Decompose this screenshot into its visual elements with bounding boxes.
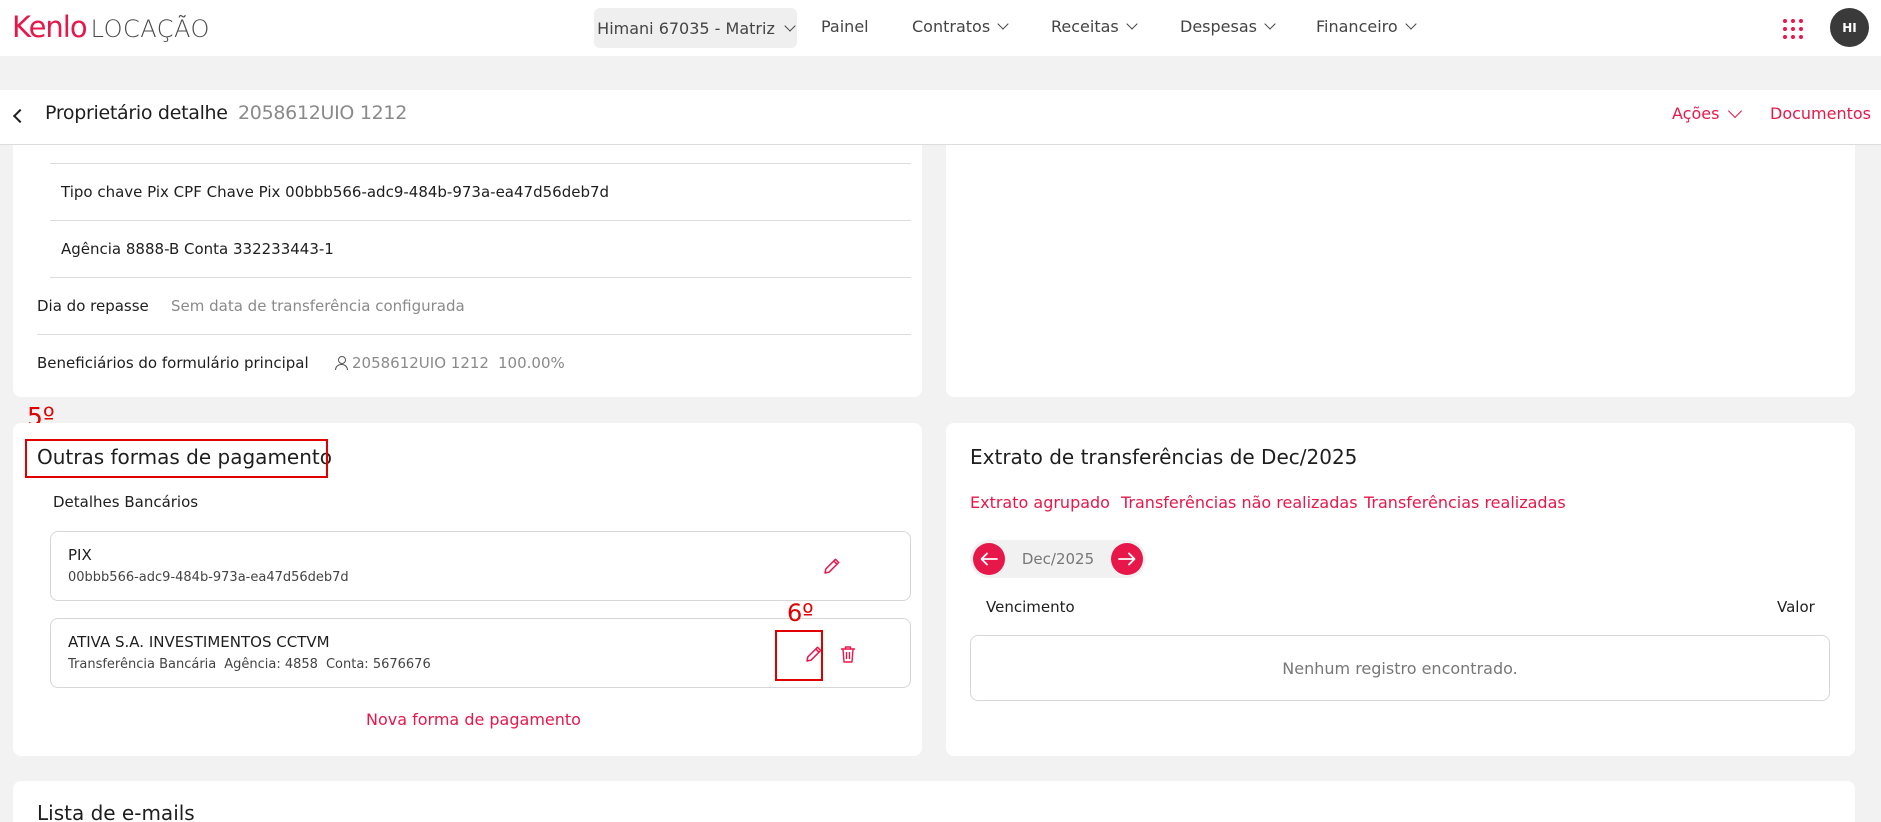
nav-item-label: Financeiro	[1316, 17, 1398, 36]
avatar[interactable]: HI	[1830, 8, 1869, 47]
divider	[37, 334, 911, 335]
back-arrow-icon[interactable]	[10, 106, 30, 126]
repasse-label: Dia do repasse	[37, 297, 149, 315]
branch-selector-label: Himani 67035 - Matriz	[597, 18, 775, 38]
pencil-icon[interactable]	[819, 553, 845, 579]
nav-item-label: Receitas	[1051, 17, 1119, 36]
summary-card	[946, 145, 1855, 397]
chevron-down-icon	[997, 18, 1009, 30]
kenlo-logo[interactable]: Kenlo LOCAÇÃO	[12, 10, 210, 44]
column-header-valor: Valor	[1777, 598, 1815, 616]
page-header: Proprietário detalhe 2058612UIO 1212 Açõ…	[0, 90, 1881, 145]
divider	[50, 163, 911, 164]
pix-key-row: Tipo chave Pix CPF Chave Pix 00bbb566-ad…	[61, 183, 610, 201]
arrow-right-icon	[1118, 552, 1136, 566]
tab-extrato-agrupado[interactable]: Extrato agrupado	[970, 493, 1110, 512]
payment-item-detail: Agência: 4858	[224, 657, 318, 672]
statement-title: Extrato de transferências de Dec/2025	[970, 445, 1358, 469]
page-title: Proprietário detalhe	[45, 102, 228, 124]
nav-item-label: Contratos	[912, 17, 991, 36]
next-month-button[interactable]	[1110, 543, 1143, 575]
bank-account-row: Agência 8888-B Conta 332233443-1	[61, 240, 334, 258]
logo-product: LOCAÇÃO	[90, 15, 210, 43]
tab-transferencias-realizadas[interactable]: Transferências realizadas	[1364, 493, 1566, 512]
documents-link[interactable]: Documentos	[1770, 104, 1871, 123]
column-header-vencimento: Vencimento	[986, 598, 1075, 616]
payment-item-details: Transferência Bancária Agência: 4858 Conta…	[68, 657, 439, 672]
top-navigation: Kenlo LOCAÇÃO Himani 67035 - Matriz Pain…	[0, 0, 1881, 56]
beneficiary-name: 2058612UIO 1212	[352, 354, 489, 372]
email-list-title: Lista de e-mails	[37, 801, 195, 822]
month-label: Dec/2025	[1021, 550, 1095, 568]
empty-state: Nenhum registro encontrado.	[970, 635, 1830, 701]
divider	[50, 277, 911, 278]
month-navigator: Dec/2025	[970, 540, 1146, 578]
previous-month-button[interactable]	[973, 543, 1005, 575]
grid-dots-icon[interactable]	[1783, 19, 1803, 39]
nav-item-contratos[interactable]: Contratos	[912, 17, 1009, 36]
trash-icon[interactable]	[835, 641, 861, 667]
nav-item-financeiro[interactable]: Financeiro	[1316, 17, 1417, 36]
annotation-label-6: 6º	[787, 599, 814, 627]
email-list-card: Lista de e-mails	[13, 781, 1855, 822]
chevron-down-icon	[1728, 103, 1743, 119]
owner-details-card: Tipo chave Pix CPF Chave Pix 00bbb566-ad…	[13, 145, 922, 397]
payment-item-details: 00bbb566-adc9-484b-973a-ea47d56deb7d	[68, 570, 357, 585]
annotation-box-edit	[775, 630, 823, 681]
nav-item-despesas[interactable]: Despesas	[1180, 17, 1276, 36]
payment-item-detail: Transferência Bancária	[68, 657, 217, 672]
beneficiary: 2058612UIO 1212	[335, 354, 489, 372]
annotation-box-title	[25, 439, 328, 478]
branch-selector[interactable]: Himani 67035 - Matriz	[594, 8, 797, 48]
transfer-statement-card: Extrato de transferências de Dec/2025 Ex…	[946, 423, 1855, 756]
payment-item-title: PIX	[68, 546, 92, 564]
user-icon	[335, 356, 348, 370]
chevron-down-icon	[1405, 18, 1417, 30]
payment-item-title: ATIVA S.A. INVESTIMENTOS CCTVM	[68, 633, 330, 651]
tab-transferencias-nao-realizadas[interactable]: Transferências não realizadas	[1121, 493, 1358, 512]
beneficiary-percentage: 100.00%	[498, 354, 565, 372]
payment-methods-card: Outras formas de pagamento Detalhes Banc…	[13, 423, 922, 756]
nav-item-label: Painel	[821, 17, 869, 36]
repasse-value: Sem data de transferência configurada	[171, 297, 465, 315]
page-id: 2058612UIO 1212	[238, 102, 407, 124]
payment-item-pix: PIX 00bbb566-adc9-484b-973a-ea47d56deb7d	[50, 531, 911, 601]
chevron-down-icon	[1126, 18, 1138, 30]
actions-label: Ações	[1672, 104, 1720, 123]
nav-item-label: Despesas	[1180, 17, 1257, 36]
nav-item-receitas[interactable]: Receitas	[1051, 17, 1138, 36]
new-payment-method-button[interactable]: Nova forma de pagamento	[366, 710, 581, 729]
arrow-left-icon	[980, 552, 998, 566]
divider	[50, 220, 911, 221]
nav-item-painel[interactable]: Painel	[821, 17, 869, 36]
bank-details-subtitle: Detalhes Bancários	[53, 493, 199, 511]
chevron-down-icon	[1264, 18, 1276, 30]
chevron-down-icon	[784, 19, 796, 32]
beneficiaries-label: Beneficiários do formulário principal	[37, 354, 309, 372]
actions-menu-button[interactable]: Ações	[1672, 103, 1743, 123]
payment-item-detail: 00bbb566-adc9-484b-973a-ea47d56deb7d	[68, 570, 349, 585]
payment-item-detail: Conta: 5676676	[325, 657, 431, 672]
logo-brand: Kenlo	[12, 10, 88, 44]
